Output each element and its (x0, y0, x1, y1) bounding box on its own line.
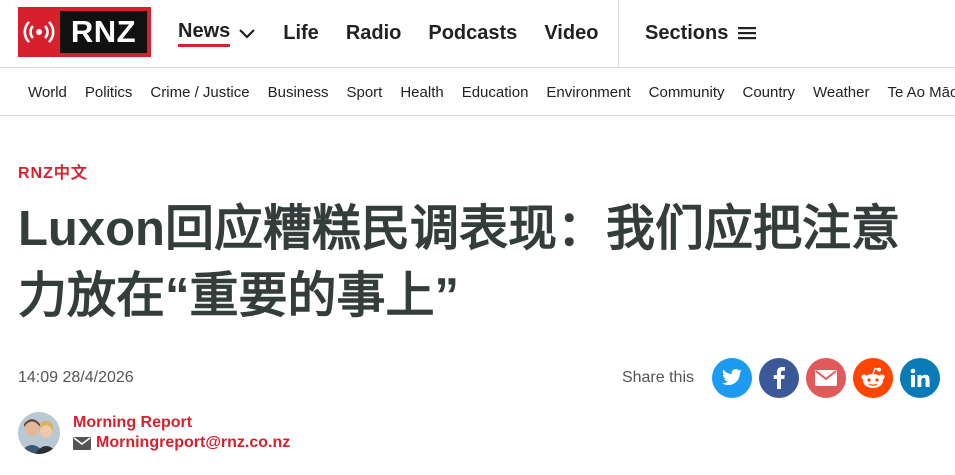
share-facebook-button[interactable] (759, 358, 799, 398)
category-country[interactable]: Country (743, 84, 796, 101)
chevron-down-icon (239, 29, 256, 39)
category-community[interactable]: Community (649, 84, 725, 101)
email-icon (815, 370, 837, 386)
share-twitter-button[interactable] (712, 358, 752, 398)
hamburger-icon (738, 27, 757, 40)
nav-news-label: News (178, 20, 231, 47)
author-byline: Morning Report Morningreport@rnz.co.nz (18, 412, 290, 454)
category-education[interactable]: Education (462, 84, 529, 101)
linkedin-icon (910, 368, 930, 387)
category-politics[interactable]: Politics (85, 84, 133, 101)
share-label: Share this (621, 369, 694, 386)
author-name-link[interactable]: Morning Report (73, 413, 290, 433)
author-email-link[interactable]: Morningreport@rnz.co.nz (73, 433, 290, 453)
site-header: RNZ News Life Radio Podcasts Video Secti… (0, 0, 955, 68)
rnz-radio-wave-icon (18, 7, 60, 57)
rnz-logo[interactable]: RNZ (18, 7, 151, 57)
article-timestamp: 14:09 28/4/2026 (18, 369, 134, 386)
main-nav: News Life Radio Podcasts Video (178, 18, 625, 48)
nav-life[interactable]: Life (283, 22, 319, 45)
sections-menu-button[interactable]: Sections (645, 18, 757, 48)
article-headline: Luxon回应糟糕民调表现：我们应把注意力放在“重要的事上” (18, 202, 900, 323)
nav-podcasts[interactable]: Podcasts (428, 22, 517, 45)
category-environment[interactable]: Environment (546, 84, 630, 101)
nav-video[interactable]: Video (544, 22, 598, 45)
article-kicker[interactable]: RNZ中文 (18, 159, 88, 183)
category-health[interactable]: Health (400, 84, 443, 101)
nav-news[interactable]: News (178, 20, 256, 47)
category-crime-justice[interactable]: Crime / Justice (150, 84, 249, 101)
twitter-icon (722, 369, 742, 386)
category-te-ao-maori[interactable]: Te Ao Māori (887, 84, 955, 101)
sections-label: Sections (645, 21, 729, 44)
author-avatar (18, 412, 60, 454)
email-icon (73, 436, 91, 450)
share-email-button[interactable] (806, 358, 846, 398)
share-linkedin-button[interactable] (900, 358, 940, 398)
author-email-text: Morningreport@rnz.co.nz (96, 434, 291, 451)
category-nav: World Politics Crime / Justice Business … (0, 69, 955, 116)
header-divider (618, 0, 619, 68)
category-business[interactable]: Business (268, 84, 329, 101)
share-bar: Share this (622, 358, 940, 398)
category-world[interactable]: World (28, 84, 67, 101)
facebook-icon (773, 367, 785, 389)
share-reddit-button[interactable] (853, 358, 893, 398)
category-weather[interactable]: Weather (813, 84, 869, 101)
nav-radio[interactable]: Radio (346, 22, 402, 45)
reddit-icon (861, 367, 885, 388)
logo-wordmark: RNZ (60, 11, 147, 53)
category-sport[interactable]: Sport (346, 84, 382, 101)
